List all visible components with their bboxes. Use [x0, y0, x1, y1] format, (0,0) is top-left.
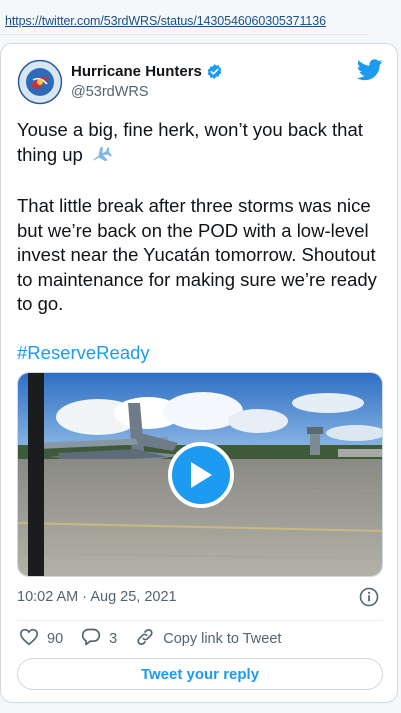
- twitter-bird-icon[interactable]: [356, 59, 383, 81]
- author-name-row[interactable]: Hurricane Hunters: [71, 63, 223, 80]
- author-display-name[interactable]: Hurricane Hunters: [71, 63, 202, 80]
- verified-badge-icon: [206, 63, 223, 80]
- like-count: 90: [47, 631, 64, 647]
- hashtag-link[interactable]: #ReserveReady: [17, 341, 381, 366]
- tweet-url-link[interactable]: https://twitter.com/53rdWRS/status/14305…: [5, 14, 326, 28]
- play-icon: [188, 460, 214, 490]
- info-icon[interactable]: [359, 587, 379, 607]
- reply-button[interactable]: 3: [81, 627, 117, 651]
- tweet-paragraph-2: That little break after three storms was…: [17, 195, 377, 314]
- tweet-line-1: Youse a big, fine herk, won’t you back t…: [17, 119, 363, 165]
- tweet-card: Hurricane Hunters @53rdWRS Youse a big, …: [0, 43, 398, 703]
- copy-link-label: Copy link to Tweet: [163, 631, 282, 647]
- reply-bubble-icon: [81, 627, 109, 651]
- tweet-actions: 90 3 Copy link to Tweet: [19, 628, 299, 650]
- play-button[interactable]: [168, 442, 234, 508]
- airplane-icon: [90, 144, 112, 171]
- copy-link-button[interactable]: Copy link to Tweet: [135, 627, 281, 651]
- tweet-paragraph-1: Youse a big, fine herk, won’t you back t…: [17, 118, 381, 170]
- actions-divider: [17, 620, 383, 621]
- avatar[interactable]: [17, 59, 63, 105]
- heart-icon: [19, 628, 47, 650]
- url-divider: [0, 34, 368, 35]
- tweet-your-reply-button[interactable]: Tweet your reply: [17, 658, 383, 690]
- video-player[interactable]: [17, 372, 383, 577]
- tweet-text: Youse a big, fine herk, won’t you back t…: [17, 118, 381, 389]
- link-icon: [135, 627, 163, 651]
- author-handle[interactable]: @53rdWRS: [71, 84, 149, 100]
- reply-count: 3: [109, 631, 118, 647]
- like-button[interactable]: 90: [19, 628, 63, 650]
- tweet-timestamp[interactable]: 10:02 AM · Aug 25, 2021: [17, 589, 177, 605]
